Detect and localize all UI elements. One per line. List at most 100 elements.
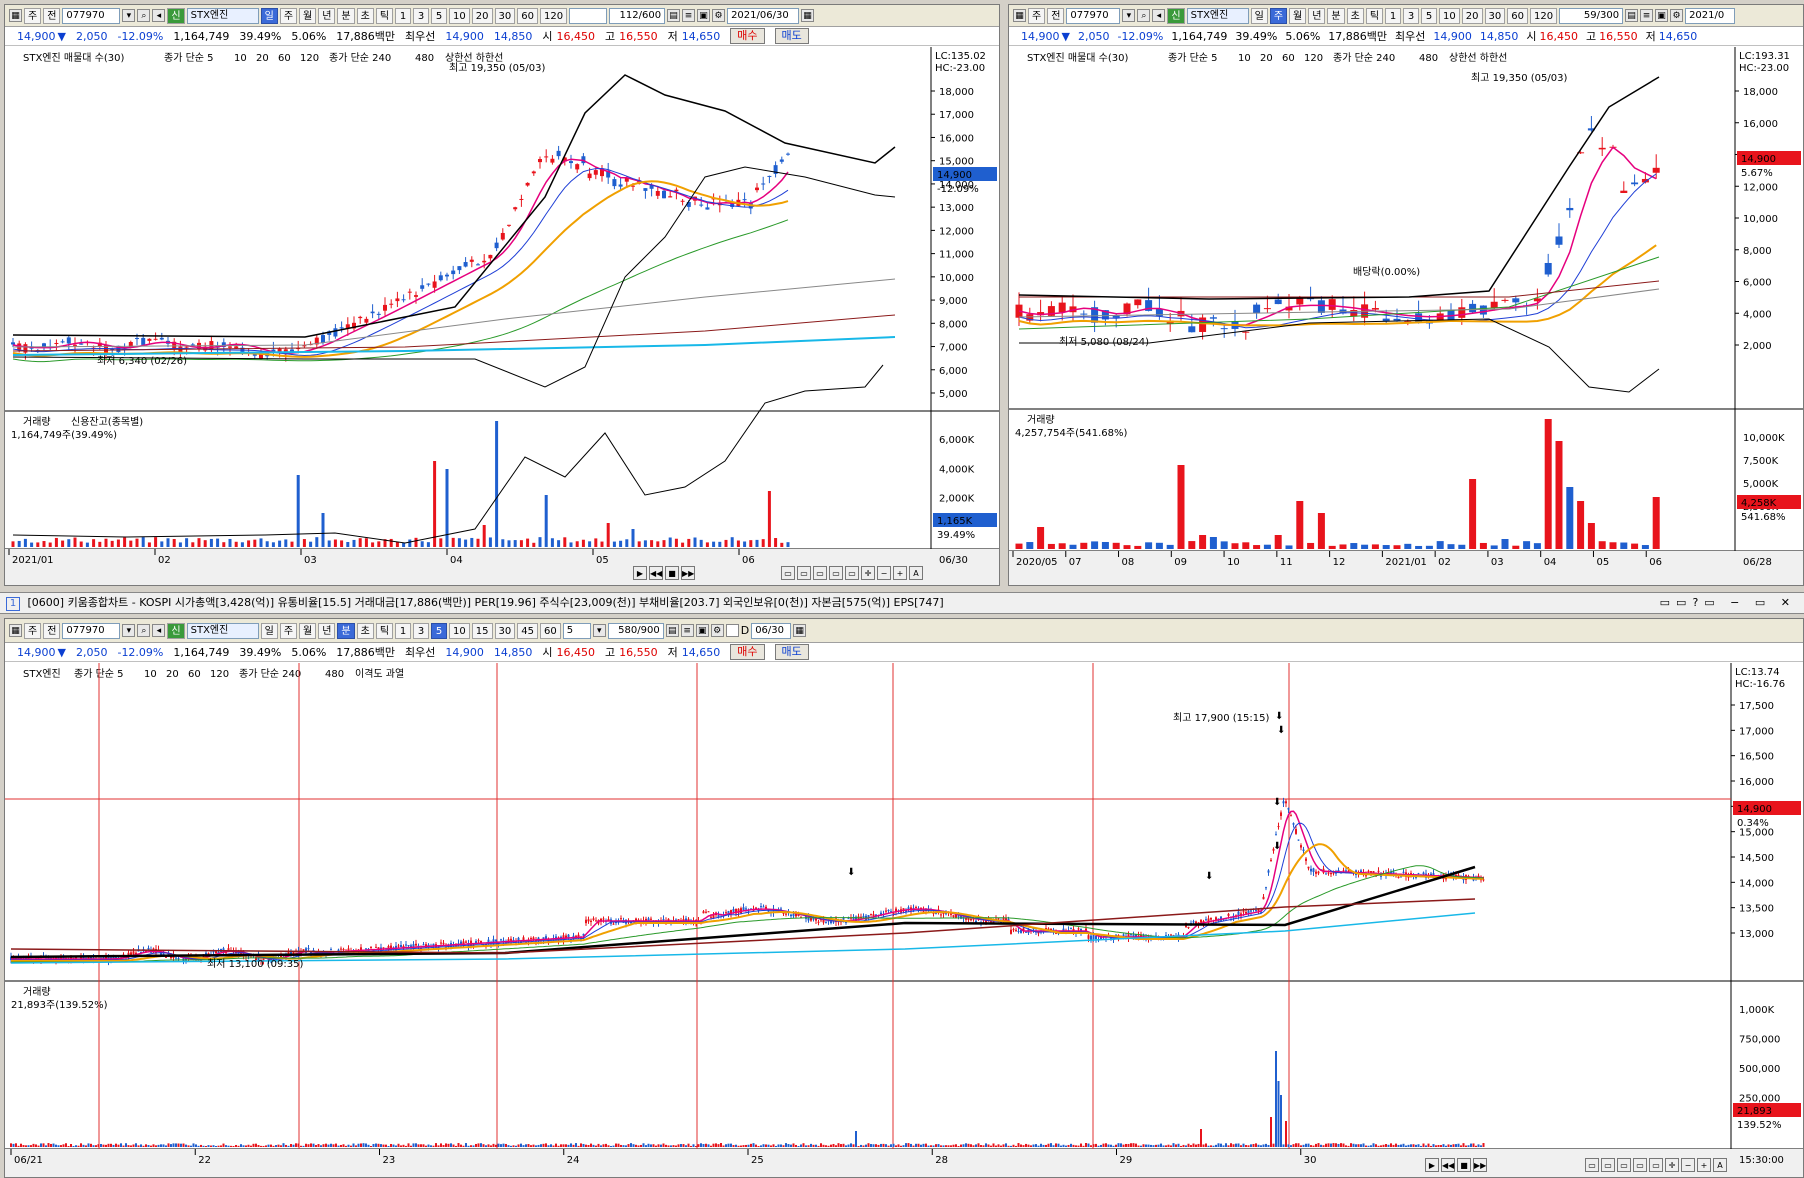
interval-10[interactable]: 10 [449, 7, 470, 24]
interval-1[interactable]: 1 [1385, 7, 1402, 24]
interval-3[interactable]: 3 [413, 622, 430, 639]
interval-120[interactable]: 120 [1529, 7, 1558, 24]
interval-5[interactable]: 5 [431, 622, 448, 639]
interval-10[interactable]: 10 [449, 622, 470, 639]
zoom-in-icon[interactable]: + [893, 566, 907, 580]
minute-chart-canvas[interactable]: 17,50017,00016,50016,00015,50015,00014,5… [5, 663, 1803, 1177]
tab-month[interactable]: 월 [299, 622, 317, 639]
auto-scale-icon[interactable]: A [1713, 1158, 1727, 1172]
interval-15[interactable]: 15 [471, 622, 493, 639]
chart-tools-icon[interactable]: ▤ [665, 624, 679, 637]
type-select[interactable]: 주 [24, 622, 42, 639]
interval-3[interactable]: 3 [413, 7, 430, 24]
layout-icon[interactable]: ▭ [781, 566, 795, 580]
interval-120[interactable]: 120 [539, 7, 568, 24]
tab-day[interactable]: 일 [260, 622, 278, 639]
last-icon[interactable]: ▶▶ [681, 566, 695, 580]
count-field[interactable]: 112/600 [609, 7, 666, 24]
compare-icon[interactable]: ≡ [682, 9, 696, 22]
buy-button[interactable]: 매수 [730, 28, 765, 44]
window-controls[interactable]: ▭▭?▭ − ▭ ✕ [1660, 593, 1796, 613]
zoom-out-icon[interactable]: − [1681, 1158, 1695, 1172]
calendar-icon[interactable]: ▦ [801, 9, 815, 22]
layout2-icon[interactable]: ▭ [797, 566, 811, 580]
dropdown-icon[interactable]: ▾ [122, 624, 136, 637]
interval-1[interactable]: 1 [395, 622, 412, 639]
layout-icon[interactable]: ▭ [1585, 1158, 1599, 1172]
tab-year[interactable]: 년 [1308, 7, 1326, 24]
code-input[interactable]: 077970 [62, 622, 121, 639]
count-field[interactable]: 59/300 [1559, 7, 1624, 24]
type-select[interactable]: 주 [1028, 7, 1046, 24]
compare-icon[interactable]: ≡ [1640, 9, 1654, 22]
stock-name-field[interactable]: STX엔진 [1186, 7, 1249, 24]
custom-interval-input[interactable] [569, 7, 608, 24]
sell-button[interactable]: 매도 [774, 28, 809, 44]
buy-button[interactable]: 매수 [730, 644, 765, 660]
tab-week[interactable]: 주 [279, 7, 298, 24]
daily-zoom-nav[interactable]: ▭ ▭ ▭ ▭ ▭ ✛ − + A [781, 565, 923, 581]
tab-minute[interactable]: 분 [1327, 7, 1345, 24]
layout3-icon[interactable]: ▭ [813, 566, 827, 580]
code-input[interactable]: 077970 [1066, 7, 1121, 24]
interval-10[interactable]: 10 [1439, 7, 1460, 24]
count-field[interactable]: 580/900 [607, 622, 664, 639]
settings-icon[interactable]: ⚙ [1670, 9, 1684, 22]
interval-60[interactable]: 60 [1507, 7, 1528, 24]
daily-scroll-nav[interactable]: ▶ ◀◀ ■ ▶▶ [633, 565, 695, 581]
window-number[interactable]: 1 [6, 597, 20, 611]
chart-tools-icon[interactable]: ▤ [1625, 9, 1639, 22]
stock-name-field[interactable]: STX엔진 [186, 622, 259, 639]
speaker-icon[interactable]: ◂ [1152, 9, 1166, 22]
save-icon[interactable]: ▣ [695, 624, 709, 637]
code-input[interactable]: 077970 [62, 7, 121, 24]
minute-scroll-nav[interactable]: ▶ ◀◀ ■ ▶▶ [1425, 1157, 1487, 1173]
layout5-icon[interactable]: ▭ [845, 566, 859, 580]
speaker-icon[interactable]: ◂ [152, 9, 166, 22]
interval-30[interactable]: 30 [1484, 7, 1506, 24]
tab-tick[interactable]: 틱 [375, 7, 394, 24]
sell-button[interactable]: 매도 [774, 644, 809, 660]
layout3-icon[interactable]: ▭ [1617, 1158, 1631, 1172]
save-icon[interactable]: ▣ [697, 9, 711, 22]
calendar-icon[interactable]: ▦ [793, 624, 807, 637]
first-icon[interactable]: ◀◀ [1441, 1158, 1455, 1172]
search-icon[interactable]: ⌕ [137, 9, 151, 22]
compare-icon[interactable]: ≡ [680, 624, 694, 637]
first-icon[interactable]: ◀◀ [649, 566, 663, 580]
tab-minute[interactable]: 분 [337, 7, 355, 24]
chart-tools-icon[interactable]: ▤ [667, 9, 681, 22]
interval-45[interactable]: 45 [517, 622, 538, 639]
search-icon[interactable]: ⌕ [1137, 9, 1151, 22]
tab-year[interactable]: 년 [318, 7, 336, 24]
crosshair-icon[interactable]: ✛ [861, 566, 875, 580]
interval-60[interactable]: 60 [517, 7, 538, 24]
weekly-chart-canvas[interactable]: 18,00016,00014,00012,00010,0008,0006,000… [1009, 47, 1803, 586]
scroll-left-icon[interactable]: ▶ [1425, 1158, 1439, 1172]
stop-icon[interactable]: ■ [665, 566, 679, 580]
minute-zoom-nav[interactable]: ▭ ▭ ▭ ▭ ▭ ✛ − + A [1585, 1157, 1727, 1173]
interval-30[interactable]: 30 [494, 7, 516, 24]
search-icon[interactable]: ⌕ [137, 624, 151, 637]
layout5-icon[interactable]: ▭ [1649, 1158, 1663, 1172]
tab-day[interactable]: 일 [260, 7, 278, 24]
tab-tick[interactable]: 틱 [375, 622, 394, 639]
interval-60[interactable]: 60 [539, 622, 561, 639]
zoom-in-icon[interactable]: + [1697, 1158, 1711, 1172]
interval-20[interactable]: 20 [471, 7, 493, 24]
scroll-left-icon[interactable]: ▶ [633, 566, 647, 580]
date-field[interactable]: 2021/06/30 [727, 7, 800, 24]
interval-5[interactable]: 5 [1421, 7, 1438, 24]
grid-icon[interactable]: ▦ [1013, 9, 1026, 22]
tab-minute[interactable]: 분 [337, 622, 355, 639]
tab-week[interactable]: 주 [279, 622, 298, 639]
tab-day[interactable]: 일 [1250, 7, 1268, 24]
save-icon[interactable]: ▣ [1655, 9, 1669, 22]
tab-second[interactable]: 초 [1346, 7, 1364, 24]
tab-second[interactable]: 초 [356, 622, 374, 639]
crosshair-icon[interactable]: ✛ [1665, 1158, 1679, 1172]
settings-icon[interactable]: ⚙ [712, 9, 726, 22]
grid-icon[interactable]: ▦ [9, 9, 22, 22]
dropdown-icon[interactable]: ▾ [1122, 9, 1136, 22]
tab-week[interactable]: 주 [1269, 7, 1288, 24]
